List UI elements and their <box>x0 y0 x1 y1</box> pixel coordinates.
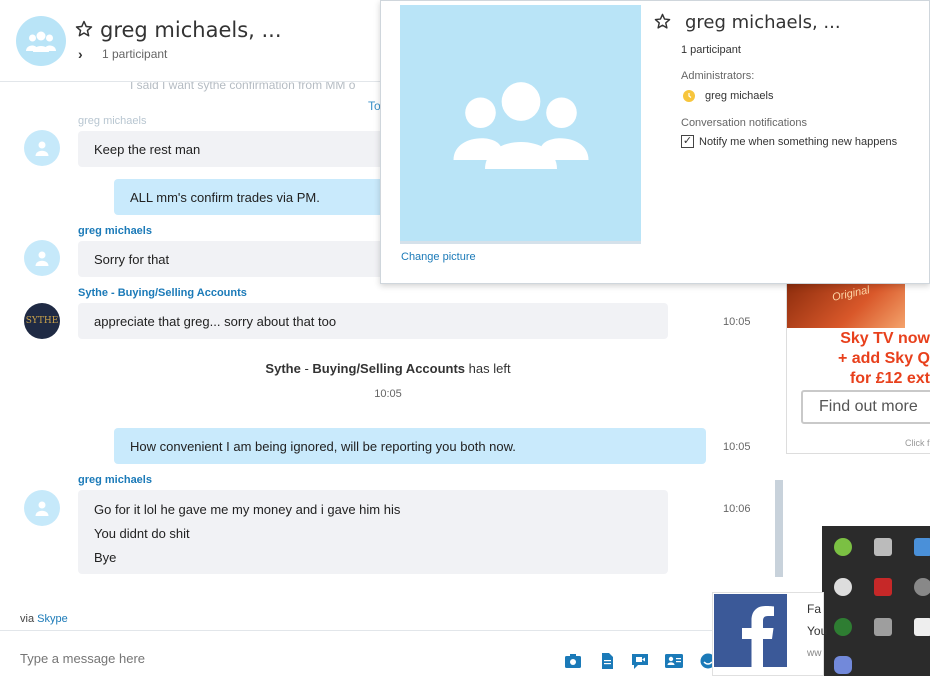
video-message-icon[interactable] <box>631 653 649 669</box>
system-dash: - <box>300 361 313 376</box>
notification-text: You <box>807 624 828 638</box>
send-contact-icon[interactable] <box>665 653 683 669</box>
tray-app-icon[interactable] <box>834 618 852 636</box>
ad-headline-1: Sky TV now <box>840 330 930 347</box>
avatar[interactable] <box>24 490 60 526</box>
message-bubble[interactable]: appreciate that greg... sorry about that… <box>78 303 668 339</box>
sender-name[interactable]: Sythe - Buying/Selling Accounts <box>78 287 247 299</box>
send-media-icon[interactable] <box>564 653 582 669</box>
via-prefix: via <box>20 613 38 625</box>
skype-link[interactable]: Skype <box>37 613 68 625</box>
message-bubble[interactable]: Go for it lol he gave me my money and i … <box>78 490 668 574</box>
message-bubble-outgoing[interactable]: How convenient I am being ignored, will … <box>114 428 706 464</box>
person-icon <box>35 501 49 516</box>
ad-headline-2: + add Sky Q <box>837 350 930 367</box>
participant-count[interactable]: 1 participant <box>102 47 167 61</box>
conversation-title[interactable]: greg michaels, ... <box>100 18 282 42</box>
ad-image: Original <box>787 280 905 328</box>
notifications-label: Conversation notifications <box>681 117 807 129</box>
presence-away-icon <box>683 90 695 102</box>
message-input[interactable] <box>20 651 420 666</box>
message-line: Go for it lol he gave me my money and i … <box>94 502 401 517</box>
administrator-item[interactable]: greg michaels <box>683 90 773 102</box>
group-avatar[interactable] <box>16 16 66 66</box>
advertisement[interactable]: Original Sky TV now + add Sky Q for £12 … <box>786 280 930 454</box>
system-timestamp: 10:05 <box>374 388 402 400</box>
tray-app-icon[interactable] <box>874 618 892 636</box>
tray-app-icon[interactable] <box>914 618 930 636</box>
person-icon <box>35 141 49 156</box>
system-name-a: Sythe <box>265 361 301 376</box>
notification-title: Fa <box>807 602 822 616</box>
avatar[interactable] <box>24 240 60 276</box>
change-picture-link[interactable]: Change picture <box>401 251 476 263</box>
group-icon <box>26 31 56 52</box>
avatar[interactable] <box>24 130 60 166</box>
message-line: Bye <box>94 550 117 565</box>
notification-url: ww <box>807 648 822 659</box>
message-timestamp: 10:06 <box>723 503 751 515</box>
tray-app-icon[interactable] <box>834 538 852 556</box>
administrators-label: Administrators: <box>681 70 755 82</box>
ad-headline-3: for £12 ext <box>849 370 930 387</box>
avatar[interactable]: SYTHE <box>24 303 60 339</box>
tray-app-icon[interactable] <box>914 578 930 596</box>
notify-checkbox[interactable]: ✓ <box>681 135 694 148</box>
system-name-b: Buying/Selling Accounts <box>312 361 466 376</box>
message-composer <box>0 630 786 676</box>
notify-option[interactable]: ✓ Notify me when something new happens <box>681 135 897 148</box>
popup-title[interactable]: greg michaels, ... <box>685 12 841 33</box>
via-skype: via Skype <box>20 613 68 625</box>
sender-name[interactable]: greg michaels <box>78 474 152 486</box>
ad-badge: Original <box>831 284 871 304</box>
tray-app-icon[interactable] <box>874 578 892 596</box>
star-icon[interactable] <box>654 13 671 30</box>
tray-app-icon[interactable] <box>874 538 892 556</box>
message-bubble[interactable]: Keep the rest man <box>78 131 408 167</box>
star-icon[interactable] <box>75 20 93 38</box>
notify-label: Notify me when something new happens <box>699 135 898 148</box>
message-bubble[interactable]: Sorry for that <box>78 241 408 277</box>
scrollbar-thumb[interactable] <box>775 480 783 577</box>
picture-divider <box>400 241 641 244</box>
group-icon <box>453 81 588 169</box>
send-file-icon[interactable] <box>598 653 616 669</box>
ad-click-label: Click f <box>905 438 930 448</box>
person-icon <box>35 251 49 266</box>
system-action: has left <box>465 361 511 376</box>
message-line: You didnt do shit <box>94 526 190 541</box>
faded-message: I said I want sythe confirmation from MM… <box>130 82 356 92</box>
facebook-icon <box>714 594 787 667</box>
system-tray-overflow <box>822 526 930 676</box>
sender-name[interactable]: greg michaels <box>78 225 152 237</box>
message-timestamp: 10:05 <box>723 316 751 328</box>
tray-app-icon[interactable] <box>834 578 852 596</box>
message-timestamp: 10:05 <box>723 441 751 453</box>
tray-app-icon[interactable] <box>914 538 930 556</box>
group-picture[interactable] <box>400 5 641 242</box>
sender-name: greg michaels <box>78 115 147 127</box>
chevron-right-icon[interactable]: › <box>78 46 83 62</box>
conversation-profile-popup: Change picture greg michaels, ... 1 part… <box>380 0 930 284</box>
administrator-name: greg michaels <box>705 90 774 102</box>
find-out-more-button[interactable]: Find out more <box>801 390 930 424</box>
system-message: Sythe - Buying/Selling Accounts has left <box>0 361 776 376</box>
faded-message-link: To <box>368 99 381 113</box>
discord-icon[interactable] <box>834 656 852 674</box>
message-bubble-outgoing[interactable]: ALL mm's confirm trades via PM. <box>114 179 414 215</box>
popup-participant-count[interactable]: 1 participant <box>681 44 741 56</box>
